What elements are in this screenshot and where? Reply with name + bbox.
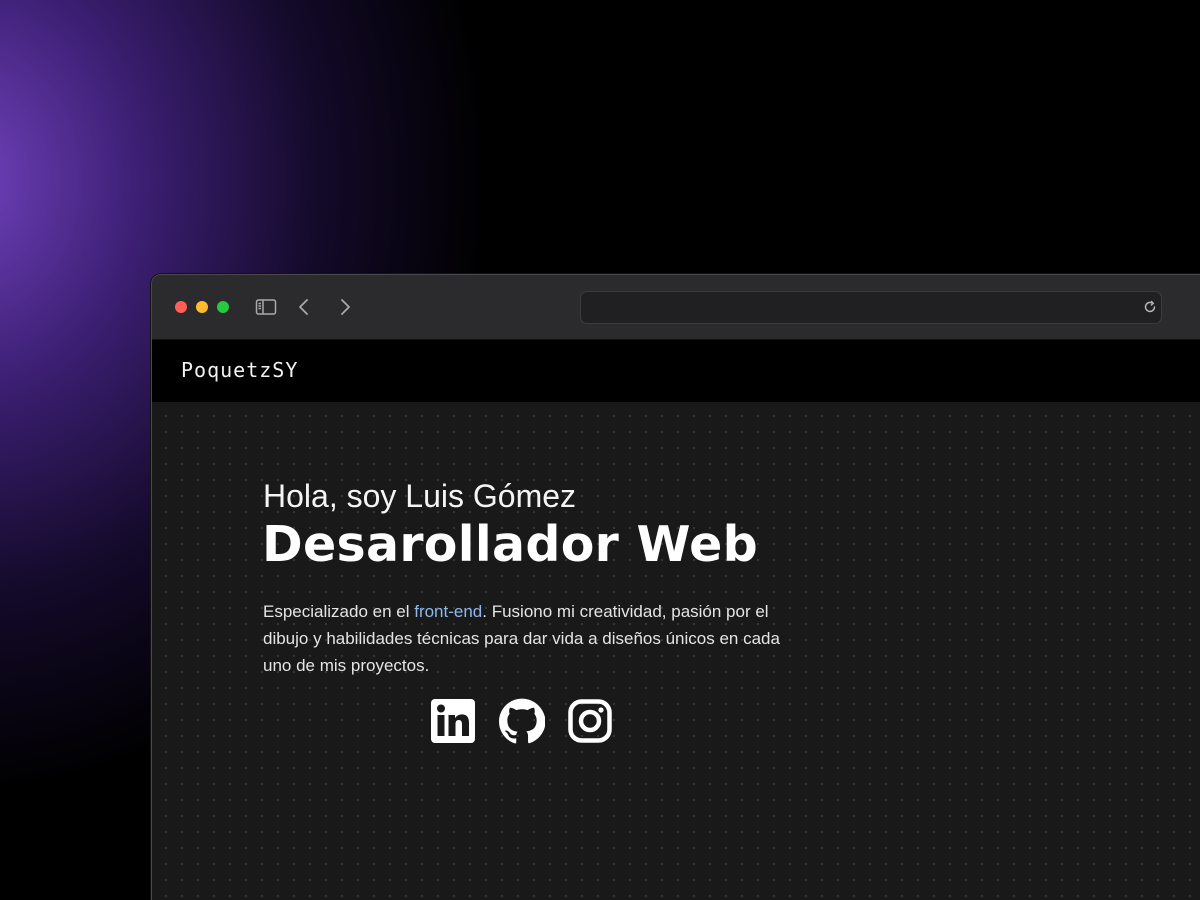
bio-text-start: Especializado en el bbox=[263, 602, 415, 621]
hero-greeting: Hola, soy Luis Gómez bbox=[263, 478, 577, 514]
minimize-window-button[interactable] bbox=[196, 301, 208, 313]
github-icon[interactable] bbox=[499, 698, 545, 744]
address-bar[interactable] bbox=[580, 291, 1162, 324]
close-window-button[interactable] bbox=[175, 301, 187, 313]
hero-bio: Especializado en el front-end. Fusiono m… bbox=[263, 598, 793, 679]
reload-icon[interactable] bbox=[1142, 299, 1158, 315]
chevron-left-icon[interactable] bbox=[292, 295, 316, 319]
chevron-right-icon[interactable] bbox=[333, 295, 357, 319]
maximize-window-button[interactable] bbox=[217, 301, 229, 313]
hero-title: Desarollador Web bbox=[262, 516, 758, 573]
browser-titlebar bbox=[152, 275, 1200, 340]
sidebar-icon[interactable] bbox=[254, 295, 278, 319]
site-brand[interactable]: PoquetzSY bbox=[181, 358, 298, 382]
browser-window: PoquetzSY Hola, soy Luis Gómez Desarolla… bbox=[151, 274, 1200, 900]
bio-highlight: front-end bbox=[414, 602, 483, 621]
hero-section: Hola, soy Luis Gómez Desarollador Web Es… bbox=[152, 402, 1200, 900]
linkedin-icon[interactable] bbox=[430, 698, 476, 744]
instagram-icon[interactable] bbox=[567, 698, 613, 744]
site-navbar: PoquetzSY bbox=[152, 340, 1200, 402]
